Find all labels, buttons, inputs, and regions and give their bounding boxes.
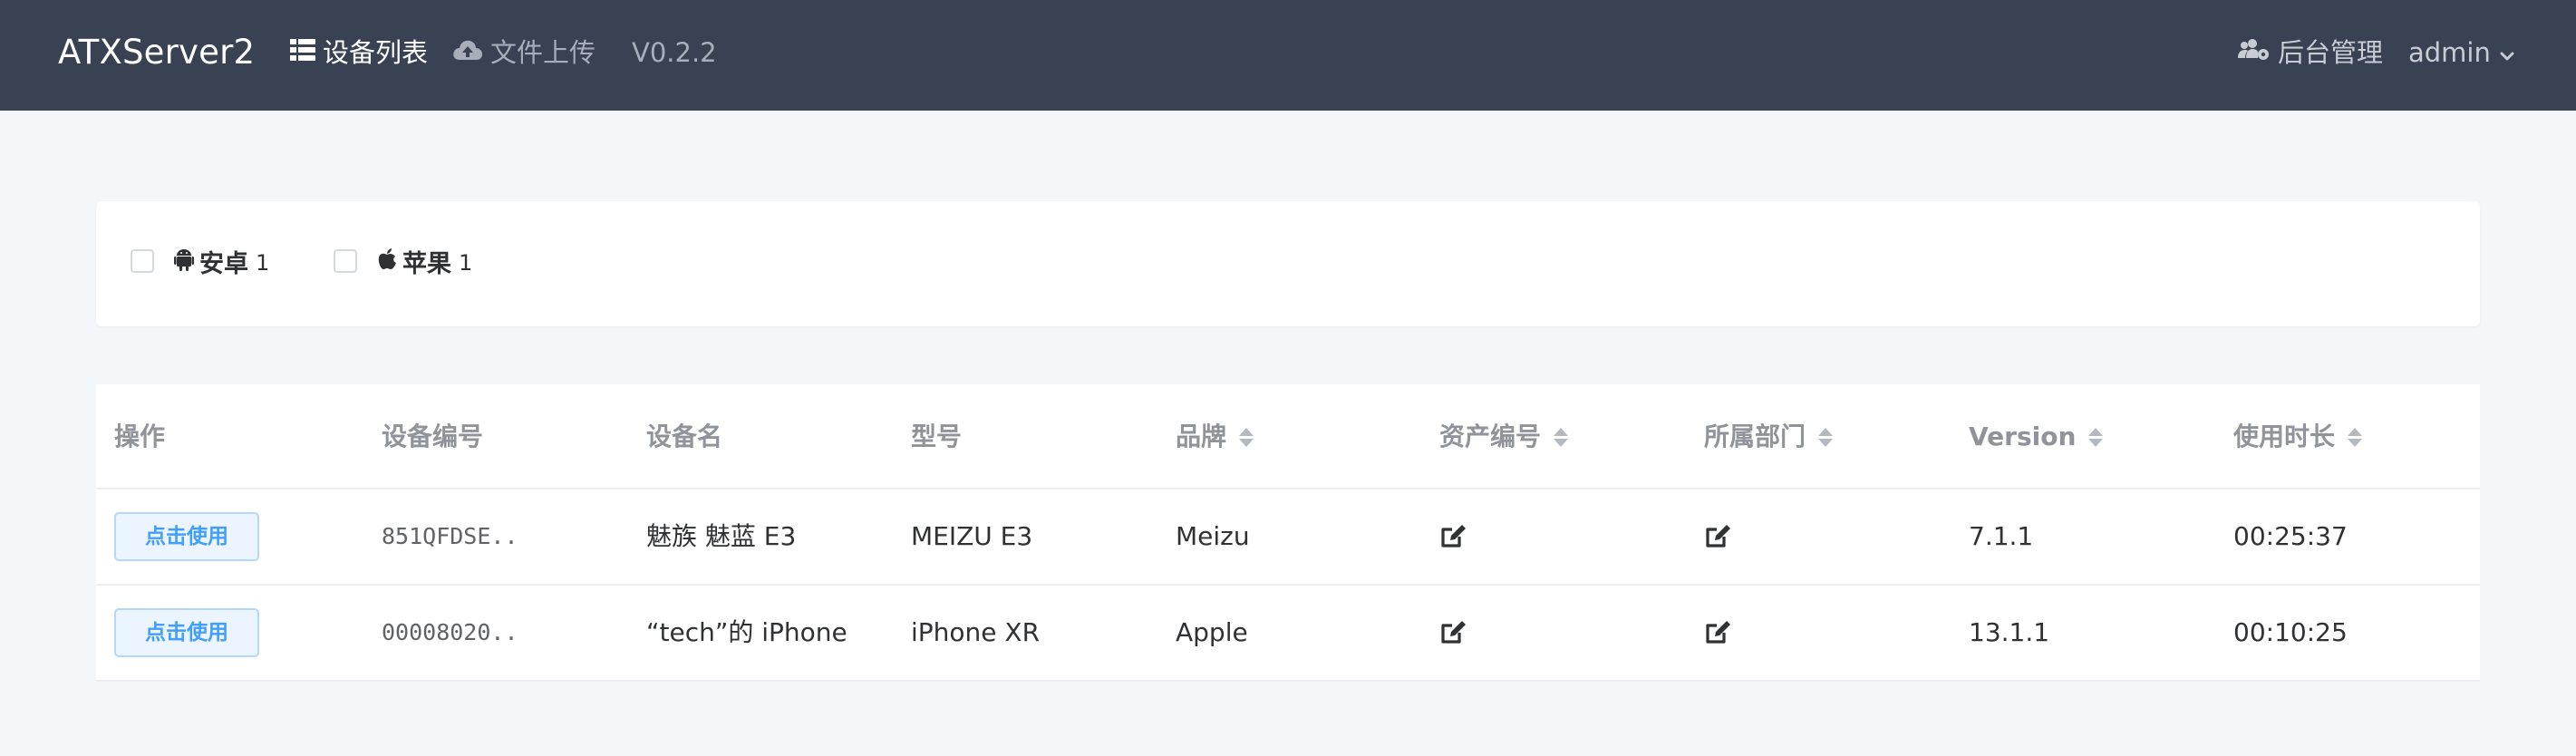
column-header-device-name: 设备名 [646, 422, 723, 451]
list-icon [290, 34, 315, 71]
column-header-usage-duration[interactable]: 使用时长 [2233, 417, 2363, 457]
usage-duration: 00:10:25 [2233, 617, 2348, 647]
device-version: 7.1.1 [1969, 521, 2034, 551]
nav-admin-management-label: 后台管理 [2278, 37, 2384, 68]
filter-android-checkbox[interactable] [131, 249, 154, 273]
nav-device-list-label: 设备列表 [323, 37, 429, 68]
edit-asset-number-icon[interactable] [1439, 618, 1468, 647]
column-header-action: 操作 [114, 422, 166, 451]
user-name: admin [2408, 37, 2491, 68]
table-row: 点击使用 00008020.. “tech”的 iPhone iPhone XR… [96, 586, 2480, 682]
device-brand: Meizu [1176, 521, 1250, 551]
column-header-brand[interactable]: 品牌 [1176, 417, 1254, 457]
sort-icon[interactable] [2348, 427, 2363, 447]
brand-logo[interactable]: ATXServer2 [58, 33, 255, 73]
edit-asset-number-icon[interactable] [1439, 522, 1468, 551]
device-model: iPhone XR [911, 617, 1041, 647]
table-row: 点击使用 851QFDSE.. 魅族 魅蓝 E3 MEIZU E3 Meizu … [96, 489, 2480, 586]
sort-icon[interactable] [2088, 427, 2104, 447]
use-device-button[interactable]: 点击使用 [114, 608, 259, 657]
device-version: 13.1.1 [1969, 617, 2050, 647]
filter-android-count: 1 [256, 250, 270, 276]
device-brand: Apple [1176, 617, 1248, 647]
table-header: 操作 设备编号 设备名 型号 品牌 资产编号 所属部门 Version 使用时长 [96, 384, 2480, 489]
cloud-upload-icon [452, 34, 483, 71]
nav-device-list[interactable]: 设备列表 [290, 34, 428, 71]
column-header-asset-number[interactable]: 资产编号 [1439, 417, 1569, 457]
column-header-department[interactable]: 所属部门 [1704, 417, 1834, 457]
device-table: 操作 设备编号 设备名 型号 品牌 资产编号 所属部门 Version 使用时长 [96, 384, 2480, 682]
version-label: V0.2.2 [632, 37, 717, 68]
nav-file-upload[interactable]: 文件上传 [452, 34, 596, 71]
sort-icon[interactable] [1818, 427, 1834, 447]
users-cog-icon [2238, 34, 2271, 71]
device-serial: 851QFDSE.. [382, 523, 518, 549]
android-icon [174, 247, 194, 275]
column-header-serial: 设备编号 [382, 422, 484, 451]
device-serial: 00008020.. [382, 619, 518, 645]
device-model: MEIZU E3 [911, 521, 1033, 551]
chevron-down-icon [2500, 34, 2514, 71]
filter-apple-label: 苹果 [402, 249, 451, 278]
filter-android[interactable]: 安卓 1 [131, 243, 269, 279]
usage-duration: 00:25:37 [2233, 521, 2348, 551]
use-device-button[interactable]: 点击使用 [114, 512, 259, 561]
sort-icon[interactable] [1554, 427, 1569, 447]
filter-apple-checkbox[interactable] [334, 249, 357, 273]
filter-apple[interactable]: 苹果 1 [334, 243, 472, 279]
column-header-version[interactable]: Version [1969, 417, 2104, 457]
user-menu-dropdown[interactable]: admin [2408, 34, 2514, 71]
filter-android-label: 安卓 [199, 249, 248, 278]
nav-admin-management[interactable]: 后台管理 [2238, 34, 2383, 71]
platform-filter-card: 安卓 1 苹果 1 [96, 201, 2480, 326]
filter-apple-count: 1 [459, 250, 473, 276]
edit-department-icon[interactable] [1704, 618, 1733, 647]
top-navbar: ATXServer2 设备列表 文件上传 V0.2.2 后台管理 admin [0, 0, 2576, 111]
device-name: 魅族 魅蓝 E3 [646, 521, 797, 551]
nav-file-upload-label: 文件上传 [490, 37, 596, 68]
edit-department-icon[interactable] [1704, 522, 1733, 551]
apple-icon [377, 247, 397, 275]
column-header-model: 型号 [911, 422, 963, 451]
device-name: “tech”的 iPhone [646, 617, 847, 647]
sort-icon[interactable] [1239, 427, 1254, 447]
